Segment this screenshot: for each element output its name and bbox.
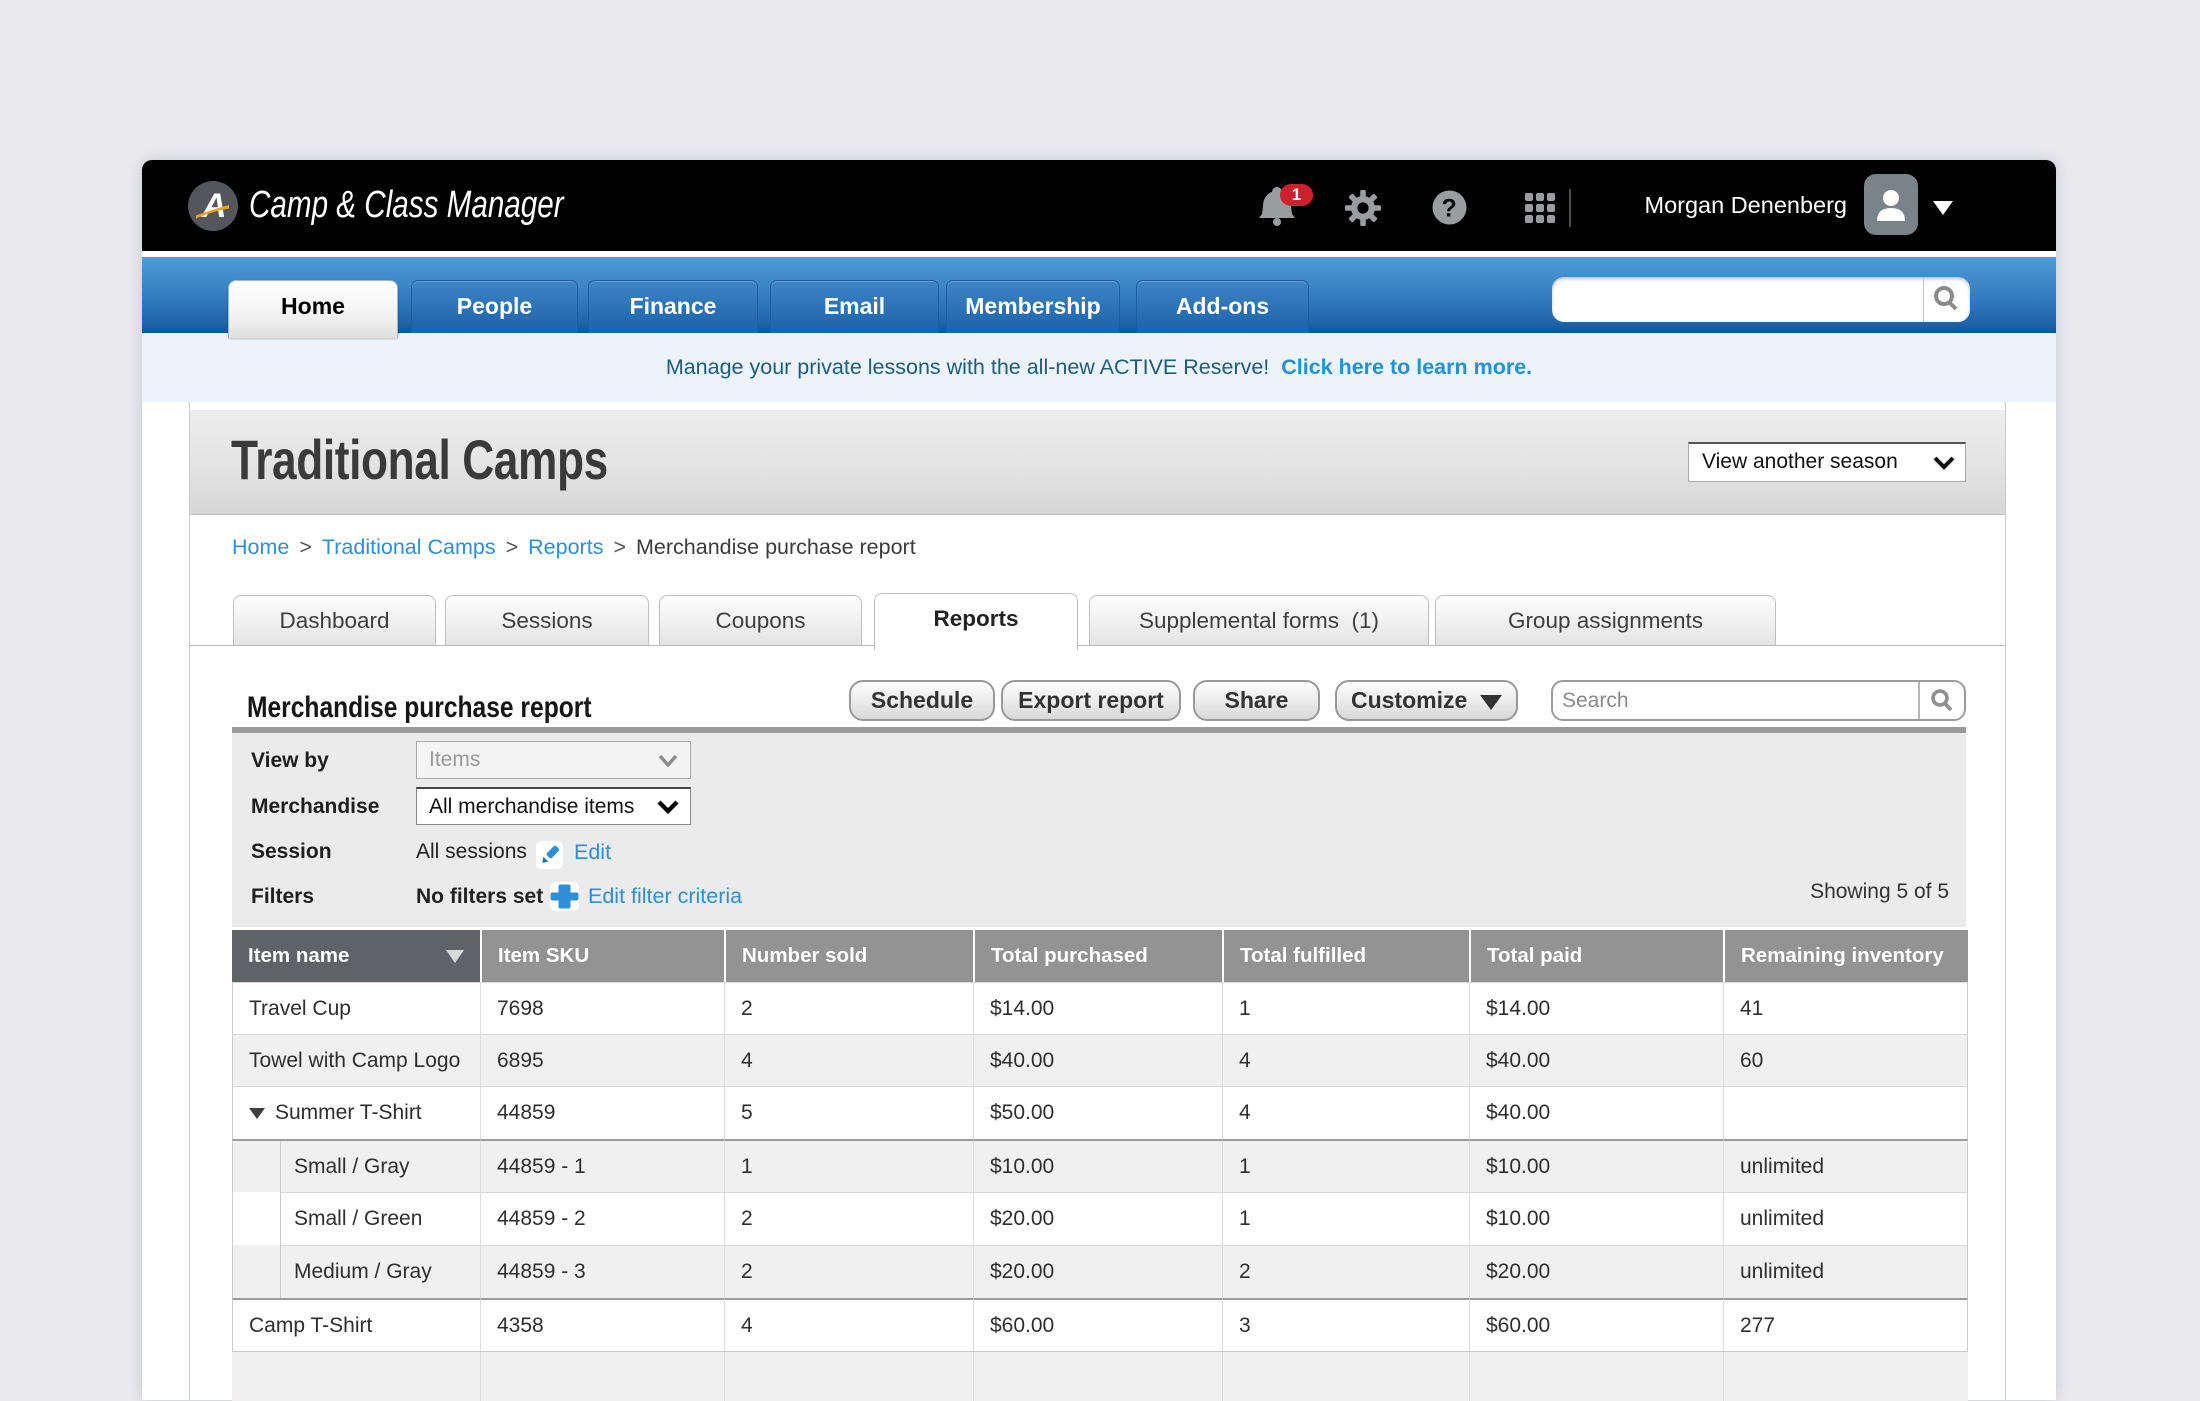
svg-text:?: ? — [1442, 195, 1457, 223]
svg-text:A: A — [201, 187, 227, 225]
